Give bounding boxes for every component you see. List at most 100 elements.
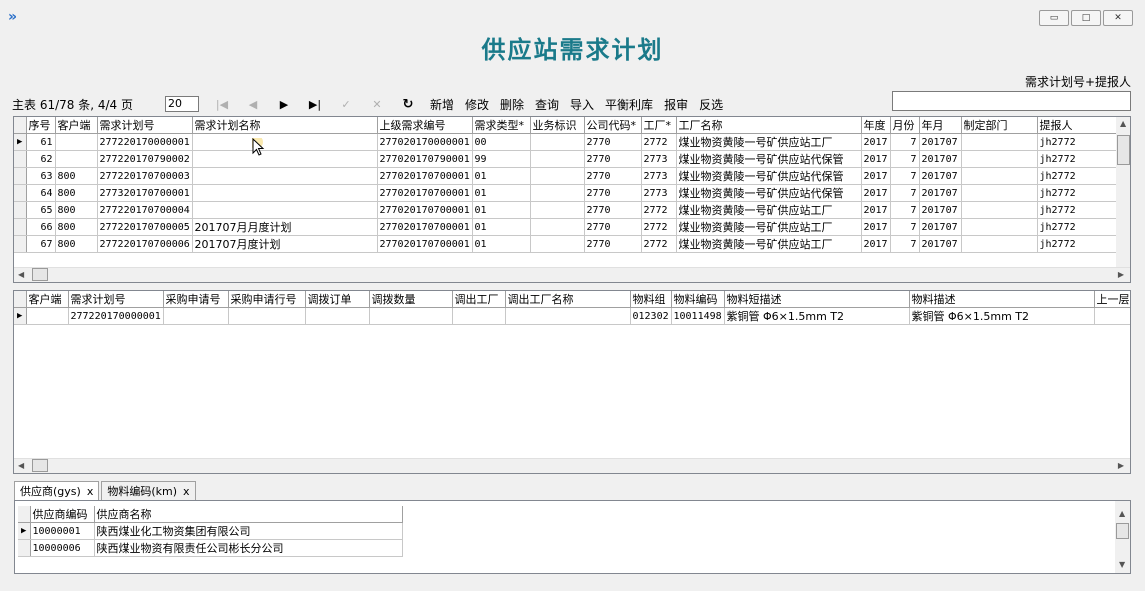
table-cell[interactable]: 煤业物资黄陵一号矿供应站工厂 xyxy=(676,235,862,253)
col-header[interactable]: 需求类型* xyxy=(472,117,531,134)
table-cell[interactable]: 紫铜管 Φ6×1.5mm T2 xyxy=(909,307,1095,325)
table-cell[interactable] xyxy=(530,167,585,185)
table-cell[interactable]: 2017 xyxy=(861,167,891,185)
table-cell[interactable] xyxy=(1094,307,1130,325)
table-cell[interactable]: 67 xyxy=(26,235,56,253)
table-cell[interactable]: 62 xyxy=(26,150,56,168)
table-cell[interactable]: 陕西煤业化工物资集团有限公司 xyxy=(94,522,403,540)
table-cell[interactable]: 2770 xyxy=(584,235,642,253)
table-cell[interactable] xyxy=(961,167,1038,185)
table-cell[interactable]: 01 xyxy=(472,184,531,202)
table-cell[interactable]: 277220170700005 xyxy=(97,218,193,236)
table-cell[interactable]: 61 xyxy=(26,133,56,151)
tab-supplier[interactable]: 供应商(gys) x xyxy=(14,481,100,501)
tab-material-code[interactable]: 物料编码(km) x xyxy=(101,481,196,501)
table-cell[interactable]: 7 xyxy=(890,235,920,253)
maximize-button[interactable]: □ xyxy=(1071,10,1101,26)
table-cell[interactable]: 201707 xyxy=(919,201,962,219)
col-header[interactable]: 供应商编码 xyxy=(30,506,95,523)
row-selector[interactable]: ▶ xyxy=(14,307,27,325)
col-header[interactable]: 月份 xyxy=(890,117,920,134)
col-header[interactable]: 客户端 xyxy=(26,291,69,308)
table-cell[interactable]: 2017 xyxy=(861,218,891,236)
table-cell[interactable]: 2017 xyxy=(861,150,891,168)
col-header[interactable]: 工厂名称 xyxy=(676,117,862,134)
table-cell[interactable]: 紫铜管 Φ6×1.5mm T2 xyxy=(724,307,910,325)
table-cell[interactable]: 2017 xyxy=(861,133,891,151)
table-cell[interactable]: 201707月月度计划 xyxy=(192,218,378,236)
table-cell[interactable]: 2773 xyxy=(641,184,677,202)
table-cell[interactable] xyxy=(961,235,1038,253)
table-cell[interactable]: 01 xyxy=(472,167,531,185)
table-cell[interactable]: 7 xyxy=(890,167,920,185)
table-cell[interactable] xyxy=(961,184,1038,202)
table-cell[interactable]: jh2772 xyxy=(1037,133,1117,151)
table-cell[interactable] xyxy=(305,307,370,325)
col-header[interactable]: 提报人 xyxy=(1037,117,1117,134)
check-icon[interactable]: ✓ xyxy=(337,98,355,111)
table-cell[interactable]: 2770 xyxy=(584,218,642,236)
col-header[interactable]: 调出工厂 xyxy=(452,291,506,308)
table-cell[interactable] xyxy=(192,133,378,151)
table-cell[interactable]: 2773 xyxy=(641,167,677,185)
master-vscroll-thumb[interactable] xyxy=(1117,135,1130,165)
table-cell[interactable]: 201707 xyxy=(919,235,962,253)
col-header[interactable]: 调出工厂名称 xyxy=(505,291,631,308)
table-cell[interactable]: 277020170700001 xyxy=(377,218,473,236)
table-cell[interactable]: 800 xyxy=(55,201,98,219)
table-cell[interactable] xyxy=(530,201,585,219)
table-cell[interactable]: 01 xyxy=(472,235,531,253)
table-cell[interactable]: 201707 xyxy=(919,218,962,236)
table-cell[interactable]: 63 xyxy=(26,167,56,185)
x-icon[interactable]: ✕ xyxy=(368,98,386,111)
table-cell[interactable]: 277220170000001 xyxy=(68,307,164,325)
table-cell[interactable]: 201707 xyxy=(919,150,962,168)
table-row[interactable]: 62 277220170790002 277020170790001 99 2770 27… xyxy=(14,150,1117,168)
table-cell[interactable] xyxy=(55,133,98,151)
table-row[interactable]: 63 800 277220170700003 277020170700001 01 277… xyxy=(14,167,1117,185)
table-cell[interactable] xyxy=(530,184,585,202)
table-cell[interactable]: 201707 xyxy=(919,184,962,202)
col-header[interactable]: 物料组 xyxy=(630,291,672,308)
table-cell[interactable] xyxy=(961,133,1038,151)
col-header[interactable]: 调拨订单 xyxy=(305,291,370,308)
table-cell[interactable]: 2770 xyxy=(584,201,642,219)
row-selector[interactable] xyxy=(14,167,27,185)
col-header[interactable]: 供应商名称 xyxy=(94,506,403,523)
table-cell[interactable]: 7 xyxy=(890,218,920,236)
table-cell[interactable]: 277320170700001 xyxy=(97,184,193,202)
last-page-icon[interactable]: ▶| xyxy=(306,98,324,111)
table-cell[interactable]: 煤业物资黄陵一号矿供应站工厂 xyxy=(676,201,862,219)
table-cell[interactable]: 201707月度计划 xyxy=(192,235,378,253)
table-row[interactable]: 66 800 277220170700005 201707月月度计划 277020170… xyxy=(14,218,1117,236)
tab-close-icon[interactable]: x xyxy=(87,485,94,498)
first-page-icon[interactable]: |◀ xyxy=(213,98,231,111)
table-cell[interactable]: 277220170700003 xyxy=(97,167,193,185)
table-cell[interactable]: 99 xyxy=(472,150,531,168)
table-cell[interactable]: 2772 xyxy=(641,201,677,219)
tab-close-icon[interactable]: x xyxy=(183,485,190,498)
table-cell[interactable]: 277220170000001 xyxy=(97,133,193,151)
row-selector[interactable] xyxy=(18,539,31,557)
query-button[interactable]: 查询 xyxy=(535,96,559,113)
table-cell[interactable]: 012302 xyxy=(630,307,672,325)
table-cell[interactable]: 800 xyxy=(55,218,98,236)
table-cell[interactable] xyxy=(26,307,69,325)
table-cell[interactable]: 2773 xyxy=(641,150,677,168)
col-header[interactable]: 物料短描述 xyxy=(724,291,910,308)
table-cell[interactable]: 2770 xyxy=(584,184,642,202)
table-cell[interactable]: 800 xyxy=(55,235,98,253)
col-header[interactable]: 制定部门 xyxy=(961,117,1038,134)
table-cell[interactable]: 10000001 xyxy=(30,522,95,540)
table-cell[interactable]: 277020170790001 xyxy=(377,150,473,168)
table-cell[interactable]: jh2772 xyxy=(1037,235,1117,253)
table-cell[interactable]: 277020170700001 xyxy=(377,235,473,253)
table-cell[interactable] xyxy=(163,307,229,325)
table-cell[interactable]: 64 xyxy=(26,184,56,202)
table-cell[interactable] xyxy=(530,235,585,253)
table-cell[interactable]: jh2772 xyxy=(1037,218,1117,236)
master-hscroll[interactable]: ◀ ▶ xyxy=(14,267,1130,282)
col-header[interactable]: 需求计划名称 xyxy=(192,117,378,134)
table-cell[interactable]: 65 xyxy=(26,201,56,219)
table-cell[interactable]: 2770 xyxy=(584,167,642,185)
